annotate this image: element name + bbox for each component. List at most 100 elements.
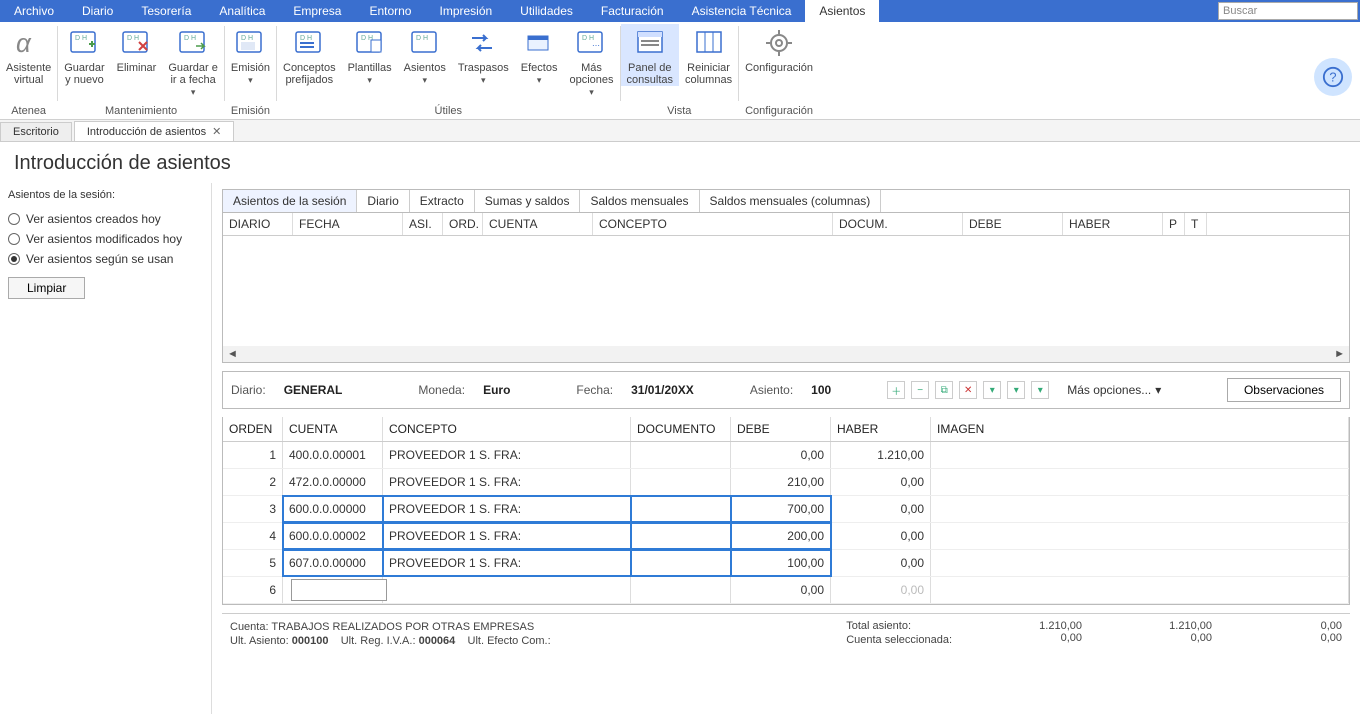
ribbon-more[interactable]: D H⋯Másopciones▾ [563, 24, 619, 98]
session-tab[interactable]: Diario [357, 190, 409, 212]
radio-option[interactable]: Ver asientos según se usan [8, 249, 203, 269]
cell[interactable] [631, 577, 731, 603]
doc-remove-icon[interactable]: − [911, 381, 929, 399]
menu-analítica[interactable]: Analítica [205, 0, 279, 22]
session-tab[interactable]: Extracto [410, 190, 475, 212]
doctab-escritorio[interactable]: Escritorio [0, 122, 72, 141]
radio-option[interactable]: Ver asientos modificados hoy [8, 229, 203, 249]
doc-add-icon[interactable]: ＋ [887, 381, 905, 399]
cell[interactable]: 0,00 [731, 577, 831, 603]
session-col-asi[interactable]: ASI. [403, 213, 443, 235]
cell[interactable]: 0,00 [831, 496, 931, 522]
table-row[interactable]: 2472.0.0.00000PROVEEDOR 1 S. FRA:210,000… [223, 469, 1349, 496]
cell[interactable]: 600.0.0.00002 [283, 523, 383, 549]
cell[interactable]: 3 [223, 496, 283, 522]
ribbon-entries[interactable]: D HAsientos▾ [398, 24, 452, 98]
session-tab[interactable]: Saldos mensuales [580, 190, 699, 212]
ribbon-concepts[interactable]: D HConceptosprefijados [277, 24, 342, 98]
session-col-diario[interactable]: DIARIO [223, 213, 293, 235]
cell[interactable]: PROVEEDOR 1 S. FRA: [383, 469, 631, 495]
table-row[interactable]: 5607.0.0.00000PROVEEDOR 1 S. FRA: 100,000… [223, 550, 1349, 577]
ribbon-reset-cols[interactable]: Reiniciarcolumnas [679, 24, 738, 86]
clear-button[interactable]: Limpiar [8, 277, 85, 299]
session-tab[interactable]: Saldos mensuales (columnas) [700, 190, 882, 212]
session-col-debe[interactable]: DEBE [963, 213, 1063, 235]
ribbon-save-goto[interactable]: D HGuardar eir a fecha▾ [162, 24, 224, 98]
cell[interactable]: PROVEEDOR 1 S. FRA: [383, 442, 631, 468]
menu-facturación[interactable]: Facturación [587, 0, 678, 22]
scrollbar[interactable]: ◄► [223, 346, 1349, 362]
cell[interactable] [931, 469, 1349, 495]
cell[interactable]: 5 [223, 550, 283, 576]
menu-asistencia técnica[interactable]: Asistencia Técnica [678, 0, 806, 22]
cuenta-input[interactable] [291, 579, 387, 601]
cell[interactable]: 0,00 [731, 442, 831, 468]
ribbon-effects[interactable]: Efectos▾ [515, 24, 564, 98]
help-icon[interactable]: ? [1314, 58, 1352, 96]
cell[interactable]: 400.0.0.00001 [283, 442, 383, 468]
cell[interactable] [631, 496, 731, 522]
cell[interactable]: 0,00 [831, 577, 931, 603]
cell[interactable] [631, 523, 731, 549]
cell[interactable] [283, 577, 383, 603]
session-col-haber[interactable]: HABER [1063, 213, 1163, 235]
session-col-ord[interactable]: ORD. [443, 213, 483, 235]
cell[interactable] [631, 550, 731, 576]
session-col-t[interactable]: T [1185, 213, 1207, 235]
cell[interactable] [931, 496, 1349, 522]
ribbon-delete[interactable]: D HEliminar [111, 24, 163, 98]
doctab-introducción-de-asientos[interactable]: Introducción de asientos✕ [74, 121, 234, 141]
cell[interactable]: PROVEEDOR 1 S. FRA: [383, 523, 631, 549]
session-col-docum[interactable]: DOCUM. [833, 213, 963, 235]
ribbon-emit[interactable]: D HEmisión▾ [225, 24, 276, 86]
session-tab[interactable]: Sumas y saldos [475, 190, 581, 212]
close-icon[interactable]: ✕ [212, 125, 221, 138]
session-tab[interactable]: Asientos de la sesión [223, 190, 357, 212]
menu-tesorería[interactable]: Tesorería [127, 0, 205, 22]
menu-impresión[interactable]: Impresión [425, 0, 506, 22]
menu-archivo[interactable]: Archivo [0, 0, 68, 22]
ribbon-gear[interactable]: Configuración [739, 24, 819, 74]
cell[interactable]: 1.210,00 [831, 442, 931, 468]
cell[interactable] [631, 469, 731, 495]
ribbon-transfers[interactable]: Traspasos▾ [452, 24, 515, 98]
session-col-fecha[interactable]: FECHA [293, 213, 403, 235]
cell[interactable]: 472.0.0.00000 [283, 469, 383, 495]
table-row[interactable]: 6 0,000,00 [223, 577, 1349, 604]
menu-asientos[interactable]: Asientos [805, 0, 879, 22]
cell[interactable]: 0,00 [831, 550, 931, 576]
ribbon-save-new[interactable]: D HGuardary nuevo [58, 24, 110, 98]
menu-empresa[interactable]: Empresa [279, 0, 355, 22]
cell[interactable] [931, 442, 1349, 468]
session-col-p[interactable]: P [1163, 213, 1185, 235]
doc-delete-icon[interactable]: ✕ [959, 381, 977, 399]
table-row[interactable]: 3600.0.0.00000PROVEEDOR 1 S. FRA:700,000… [223, 496, 1349, 523]
cell[interactable]: 607.0.0.00000 [283, 550, 383, 576]
cell[interactable]: 100,00 [731, 550, 831, 576]
cell[interactable]: 0,00 [831, 523, 931, 549]
ribbon-alpha[interactable]: αAsistentevirtual [0, 24, 57, 86]
observaciones-button[interactable]: Observaciones [1227, 378, 1341, 402]
session-col-concepto[interactable]: CONCEPTO [593, 213, 833, 235]
cell[interactable]: 4 [223, 523, 283, 549]
menu-entorno[interactable]: Entorno [355, 0, 425, 22]
cell[interactable] [931, 550, 1349, 576]
cell[interactable]: 2 [223, 469, 283, 495]
cell[interactable] [931, 523, 1349, 549]
cell[interactable]: PROVEEDOR 1 S. FRA: [383, 496, 631, 522]
doc-copy-icon[interactable]: ⧉ [935, 381, 953, 399]
menu-diario[interactable]: Diario [68, 0, 127, 22]
search-input[interactable]: Buscar [1218, 2, 1358, 20]
cell[interactable] [631, 442, 731, 468]
doc-opt3-icon[interactable]: ▾ [1031, 381, 1049, 399]
ribbon-templates[interactable]: D HPlantillas▾ [342, 24, 398, 98]
table-row[interactable]: 1400.0.0.00001PROVEEDOR 1 S. FRA:0,001.2… [223, 442, 1349, 469]
cell[interactable] [931, 577, 1349, 603]
table-row[interactable]: 4600.0.0.00002PROVEEDOR 1 S. FRA:200,000… [223, 523, 1349, 550]
cell[interactable]: PROVEEDOR 1 S. FRA: [383, 550, 631, 576]
doc-opt1-icon[interactable]: ▾ [983, 381, 1001, 399]
cell[interactable] [383, 577, 631, 603]
cell[interactable]: 700,00 [731, 496, 831, 522]
session-col-cuenta[interactable]: CUENTA [483, 213, 593, 235]
cell[interactable]: 6 [223, 577, 283, 603]
